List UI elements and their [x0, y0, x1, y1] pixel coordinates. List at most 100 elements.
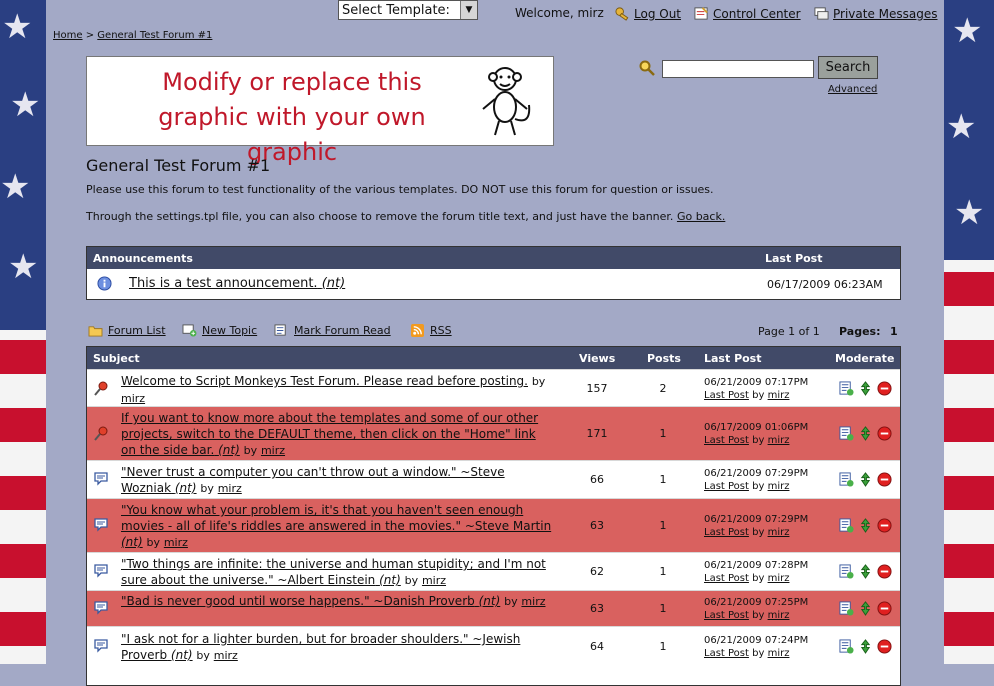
rss-link[interactable]: RSS: [410, 324, 452, 337]
breadcrumb-home[interactable]: Home: [53, 30, 83, 41]
thread-title-link[interactable]: "I ask not for a lighter burden, but for…: [121, 632, 520, 662]
thread-last-post-date: 06/21/2009 07:28PM: [704, 560, 809, 571]
private-messages-link[interactable]: Private Messages: [814, 6, 938, 21]
threads-header: Subject Views Posts Last Post Moderate: [87, 347, 900, 369]
last-post-author[interactable]: mirz: [768, 435, 790, 446]
edit-thread-icon[interactable]: [839, 601, 854, 616]
thread-author[interactable]: mirz: [218, 482, 242, 495]
topic-icon: [94, 518, 108, 532]
thread-title-link[interactable]: "Never trust a computer you can't throw …: [121, 465, 505, 495]
move-thread-icon[interactable]: [858, 518, 873, 533]
delete-thread-icon[interactable]: [877, 472, 892, 487]
logout-link[interactable]: Log Out: [615, 6, 681, 21]
thread-rows: Welcome to Script Monkeys Test Forum. Pl…: [87, 369, 900, 666]
edit-thread-icon[interactable]: [839, 564, 854, 579]
flag-background-left: ★ ★ ★ ★: [0, 0, 46, 664]
forum-actions-bar: Forum List New Topic Mark Forum Read RSS…: [86, 324, 901, 342]
thread-author[interactable]: mirz: [261, 444, 285, 457]
template-select-value: Select Template:: [342, 3, 450, 18]
by-label: by: [531, 375, 546, 388]
thread-author[interactable]: mirz: [422, 574, 446, 587]
key-icon: [615, 7, 629, 21]
header-subject: Subject: [93, 352, 140, 365]
last-post-author[interactable]: mirz: [768, 648, 790, 659]
announcement-link[interactable]: This is a test announcement. (nt): [129, 276, 345, 291]
thread-posts: 2: [659, 382, 667, 395]
edit-thread-icon[interactable]: [839, 472, 854, 487]
announcement-row: This is a test announcement. (nt) 06/17/…: [87, 269, 900, 299]
thread-posts: 1: [659, 473, 667, 486]
edit-thread-icon[interactable]: [839, 381, 854, 396]
move-thread-icon[interactable]: [858, 601, 873, 616]
delete-thread-icon[interactable]: [877, 639, 892, 654]
go-back-link[interactable]: Go back.: [677, 210, 725, 223]
by-label: by: [752, 648, 765, 659]
move-thread-icon[interactable]: [858, 564, 873, 579]
pages-value[interactable]: 1: [890, 325, 898, 338]
thread-title-link[interactable]: "Two things are infinite: the universe a…: [121, 557, 546, 587]
topic-icon: [94, 639, 108, 653]
last-post-link[interactable]: Last Post: [704, 610, 749, 621]
delete-thread-icon[interactable]: [877, 381, 892, 396]
delete-thread-icon[interactable]: [877, 564, 892, 579]
thread-row: "Two things are infinite: the universe a…: [87, 552, 900, 590]
last-post-link[interactable]: Last Post: [704, 648, 749, 659]
last-post-link[interactable]: Last Post: [704, 527, 749, 538]
delete-thread-icon[interactable]: [877, 426, 892, 441]
thread-title-link[interactable]: If you want to know more about the templ…: [121, 411, 538, 457]
search-button[interactable]: Search: [818, 56, 878, 79]
delete-thread-icon[interactable]: [877, 518, 892, 533]
mark-forum-read-link[interactable]: Mark Forum Read: [274, 324, 391, 337]
new-topic-link[interactable]: New Topic: [182, 324, 257, 337]
last-post-author[interactable]: mirz: [768, 610, 790, 621]
thread-title-link[interactable]: Welcome to Script Monkeys Test Forum. Pl…: [121, 374, 528, 388]
last-post-author[interactable]: mirz: [768, 573, 790, 584]
move-thread-icon[interactable]: [858, 639, 873, 654]
thread-row: If you want to know more about the templ…: [87, 406, 900, 460]
last-post-link[interactable]: Last Post: [704, 481, 749, 492]
moderate-actions: [839, 518, 899, 534]
thread-views: 63: [590, 519, 604, 532]
pin-icon: [94, 381, 108, 396]
control-center-link[interactable]: Control Center: [694, 6, 801, 21]
monkey-icon: [482, 67, 531, 136]
edit-thread-icon[interactable]: [839, 426, 854, 441]
last-post-link[interactable]: Last Post: [704, 390, 749, 401]
search-icon: [639, 60, 655, 76]
last-post-link[interactable]: Last Post: [704, 435, 749, 446]
thread-subject: "I ask not for a lighter burden, but for…: [121, 631, 553, 664]
thread-last-post-date: 06/21/2009 07:24PM: [704, 635, 809, 646]
edit-thread-icon[interactable]: [839, 518, 854, 533]
edit-thread-icon[interactable]: [839, 639, 854, 654]
logout-label: Log Out: [634, 6, 682, 21]
by-label: by: [404, 574, 419, 587]
topic-icon: [94, 564, 108, 578]
move-thread-icon[interactable]: [858, 381, 873, 396]
delete-thread-icon[interactable]: [877, 601, 892, 616]
thread-author[interactable]: mirz: [214, 649, 238, 662]
last-post-author[interactable]: mirz: [768, 481, 790, 492]
last-post-link[interactable]: Last Post: [704, 573, 749, 584]
thread-title: "Two things are infinite: the universe a…: [121, 557, 546, 587]
thread-author[interactable]: mirz: [164, 536, 188, 549]
by-label: by: [504, 595, 518, 608]
template-select[interactable]: Select Template: ▼: [338, 0, 478, 20]
thread-views: 157: [586, 382, 608, 395]
forum-list-label: Forum List: [108, 324, 166, 337]
control-center-icon: [694, 7, 708, 20]
search-input[interactable]: [662, 60, 814, 78]
thread-title-link[interactable]: "Bad is never good until worse happens."…: [121, 594, 500, 608]
thread-author[interactable]: mirz: [521, 595, 545, 608]
last-post-author[interactable]: mirz: [768, 527, 790, 538]
move-thread-icon[interactable]: [858, 426, 873, 441]
moderate-actions: [839, 601, 899, 617]
thread-author[interactable]: mirz: [121, 392, 145, 405]
advanced-search-link[interactable]: Advanced: [828, 84, 877, 95]
moderate-actions: [839, 639, 899, 655]
breadcrumb-current[interactable]: General Test Forum #1: [97, 30, 212, 41]
last-post-author[interactable]: mirz: [768, 390, 790, 401]
forum-list-link[interactable]: Forum List: [88, 324, 166, 337]
move-thread-icon[interactable]: [858, 472, 873, 487]
announcements-header-title: Announcements: [93, 252, 193, 265]
forum-description: Please use this forum to test functional…: [86, 183, 714, 196]
